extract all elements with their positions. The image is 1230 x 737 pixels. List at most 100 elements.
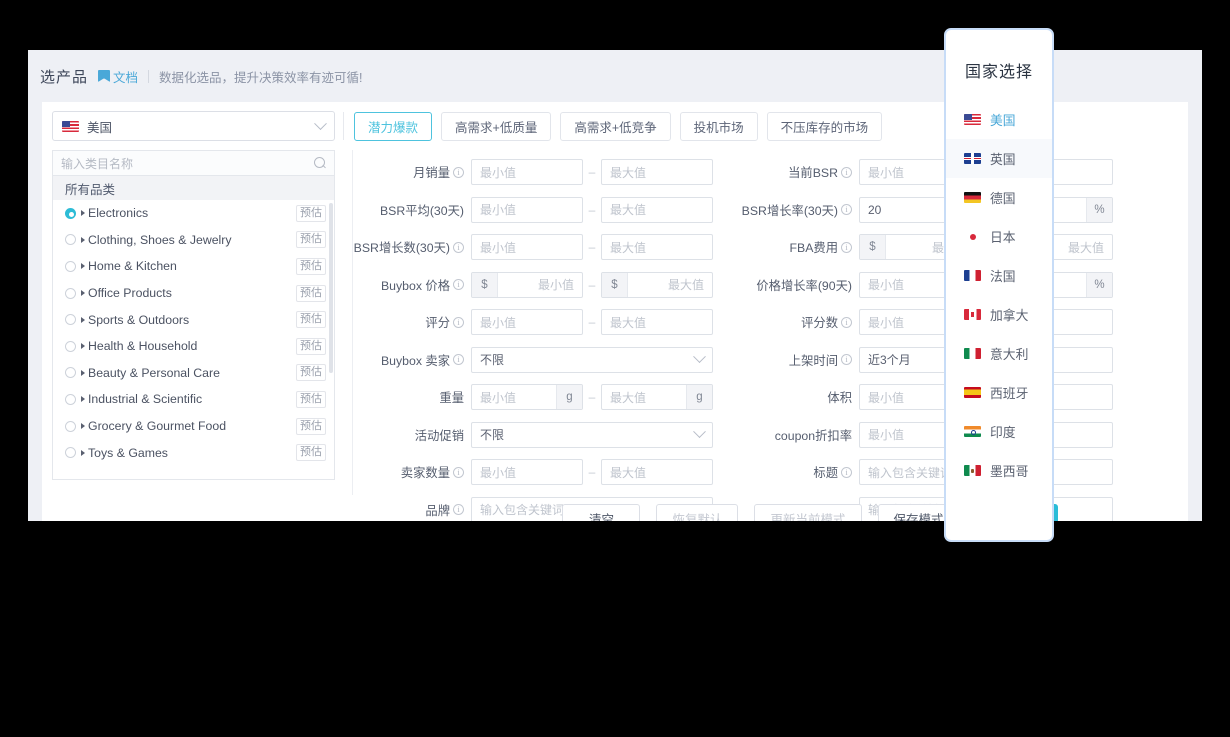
info-icon[interactable]: i	[453, 166, 464, 178]
max-input[interactable]: 最大值	[601, 309, 713, 336]
list-item[interactable]: Beauty & Personal Care 预估	[53, 360, 334, 387]
tab-preset-3[interactable]: 投机市场	[679, 111, 758, 141]
info-icon[interactable]: i	[453, 241, 464, 253]
country-item-fr[interactable]: 法国	[946, 256, 1052, 295]
unit-suffix: g	[556, 385, 582, 410]
list-item[interactable]: Office Products 预估	[53, 280, 334, 307]
chevron-right-icon[interactable]	[81, 263, 85, 270]
category-search-input[interactable]: 输入类目名称	[52, 150, 335, 176]
info-icon[interactable]: i	[453, 354, 464, 366]
country-select-dropdown[interactable]: 美国	[52, 111, 335, 141]
chevron-right-icon[interactable]	[81, 210, 85, 217]
info-icon[interactable]: i	[453, 466, 464, 478]
info-icon[interactable]: i	[841, 466, 852, 478]
category-radio[interactable]	[65, 420, 76, 432]
tab-preset-4[interactable]: 不压库存的市场	[766, 111, 883, 141]
country-label: 英国	[990, 152, 1016, 167]
country-label: 西班牙	[990, 386, 1029, 401]
field-label: BSR增长率(30天)	[741, 203, 838, 218]
list-item[interactable]: Electronics 预估	[53, 200, 334, 227]
info-icon[interactable]: i	[841, 354, 852, 366]
info-icon[interactable]: i	[453, 279, 464, 291]
max-input[interactable]: $ 最大值	[601, 271, 713, 298]
chevron-right-icon[interactable]	[81, 423, 85, 430]
info-icon[interactable]: i	[841, 204, 852, 216]
min-input[interactable]: 最小值	[471, 196, 583, 223]
list-item[interactable]: Toys & Games 预估	[53, 439, 334, 466]
doc-link[interactable]: 文档	[98, 67, 138, 86]
max-placeholder: 最大值	[610, 465, 647, 480]
estimate-badge: 预估	[296, 311, 326, 329]
list-item[interactable]: Home & Kitchen 预估	[53, 253, 334, 280]
tab-preset-0[interactable]: 潜力爆款	[354, 111, 433, 141]
category-radio[interactable]	[65, 340, 76, 352]
category-radio[interactable]	[65, 234, 76, 246]
max-input[interactable]: 最大值	[601, 459, 713, 486]
max-input[interactable]: 最大值 g	[601, 384, 713, 411]
country-item-in[interactable]: 印度	[946, 412, 1052, 451]
info-icon[interactable]: i	[841, 241, 852, 253]
chevron-right-icon[interactable]	[81, 236, 85, 243]
list-item[interactable]: Sports & Outdoors 预估	[53, 306, 334, 333]
category-search-placeholder: 输入类目名称	[61, 156, 134, 171]
country-item-mx[interactable]: 墨西哥	[946, 451, 1052, 490]
currency-prefix: $	[602, 272, 628, 297]
tab-preset-2[interactable]: 高需求+低竞争	[560, 111, 671, 141]
max-input[interactable]: 最大值	[601, 196, 713, 223]
estimate-badge: 预估	[296, 364, 326, 382]
min-input[interactable]: 最小值	[471, 159, 583, 186]
min-input[interactable]: 最小值	[471, 459, 583, 486]
buybox-seller-select[interactable]: 不限	[471, 346, 713, 373]
min-input[interactable]: 最小值	[471, 309, 583, 336]
country-select-value: 美国	[87, 120, 113, 135]
list-item[interactable]: Clothing, Shoes & Jewelry 预估	[53, 227, 334, 254]
max-input[interactable]: 最大值	[601, 159, 713, 186]
field-label: 月销量	[413, 166, 450, 181]
info-icon[interactable]: i	[841, 316, 852, 328]
category-radio[interactable]	[65, 207, 76, 219]
country-item-jp[interactable]: 日本	[946, 217, 1052, 256]
info-icon[interactable]: i	[453, 316, 464, 328]
clear-button[interactable]: 清空	[562, 504, 641, 521]
country-item-ca[interactable]: 加拿大	[946, 295, 1052, 334]
list-item[interactable]: Health & Household 预估	[53, 333, 334, 360]
category-radio[interactable]	[65, 393, 76, 405]
country-item-de[interactable]: 德国	[946, 178, 1052, 217]
promotion-select[interactable]: 不限	[471, 421, 713, 448]
estimate-badge: 预估	[296, 417, 326, 435]
doc-link-label: 文档	[113, 70, 139, 85]
category-label: Toys & Games	[88, 445, 168, 460]
chevron-right-icon[interactable]	[81, 449, 85, 456]
chevron-right-icon[interactable]	[81, 316, 85, 323]
chevron-right-icon[interactable]	[81, 396, 85, 403]
category-radio[interactable]	[65, 287, 76, 299]
field-buybox-price: Buybox 价格 i $ 最小值 – $ 最大值	[353, 271, 713, 300]
us-flag-icon	[964, 114, 981, 125]
country-item-es[interactable]: 西班牙	[946, 373, 1052, 412]
category-radio[interactable]	[65, 314, 76, 326]
tab-preset-1[interactable]: 高需求+低质量	[441, 111, 552, 141]
category-radio[interactable]	[65, 367, 76, 379]
min-input[interactable]: 最小值	[471, 234, 583, 261]
chevron-right-icon[interactable]	[81, 290, 85, 297]
info-icon[interactable]: i	[841, 166, 852, 178]
country-item-uk[interactable]: 英国	[946, 139, 1052, 178]
update-current-mode-button[interactable]: 更新当前模式	[754, 504, 862, 521]
country-item-us[interactable]: 美国	[946, 100, 1052, 139]
category-scrollbar[interactable]	[329, 203, 333, 373]
field-bsr-average-30d: BSR平均(30天) 最小值 – 最大值	[353, 196, 713, 225]
chevron-right-icon[interactable]	[81, 369, 85, 376]
list-item[interactable]: Industrial & Scientific 预估	[53, 386, 334, 413]
currency-prefix: $	[860, 235, 886, 260]
chevron-right-icon[interactable]	[81, 343, 85, 350]
min-placeholder: 最小值	[480, 465, 517, 480]
list-item[interactable]: Grocery & Gourmet Food 预估	[53, 413, 334, 440]
restore-default-button[interactable]: 恢复默认	[656, 504, 739, 521]
max-input[interactable]: 最大值	[601, 234, 713, 261]
country-item-it[interactable]: 意大利	[946, 334, 1052, 373]
category-radio[interactable]	[65, 260, 76, 272]
category-radio[interactable]	[65, 447, 76, 459]
min-input[interactable]: 最小值 g	[471, 384, 583, 411]
min-input[interactable]: $ 最小值	[471, 271, 583, 298]
field-label: BSR平均(30天)	[379, 203, 464, 218]
